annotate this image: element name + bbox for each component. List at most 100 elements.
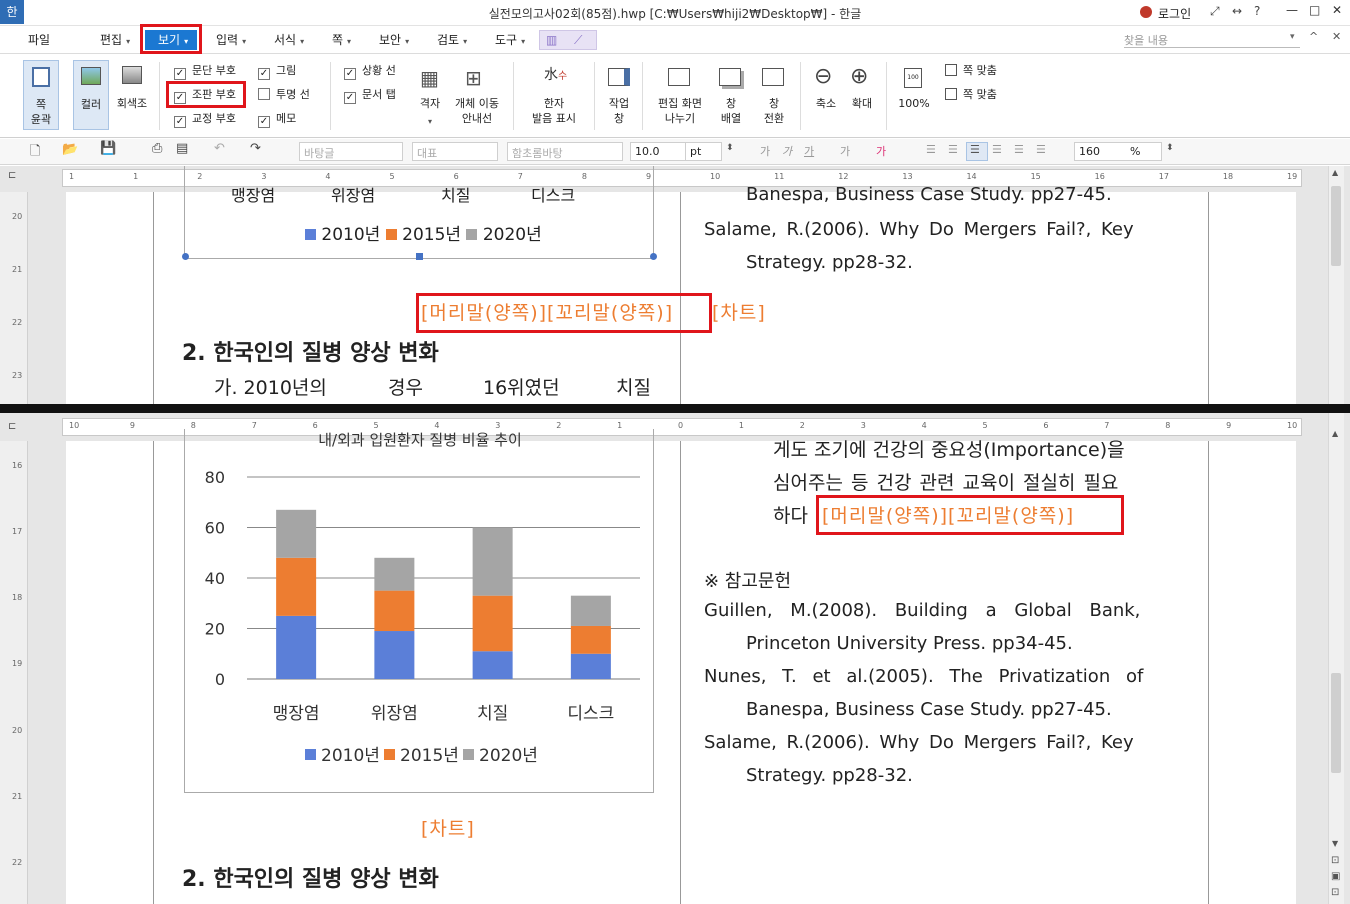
vertical-scrollbar[interactable]: ▲ ▼ ⊡ ▣ ⊡ (1328, 413, 1344, 904)
object-guide-button[interactable]: ⊞ 개체 이동 안내선 (449, 62, 505, 132)
ruler-corner-icon[interactable]: ⊏ (8, 421, 16, 432)
font-color-icon[interactable]: 가 (876, 143, 886, 159)
align-justify-icon[interactable]: ☰ (926, 143, 936, 156)
hanja-pron-button[interactable]: 水수 한자 발음 표시 (524, 62, 584, 132)
print-icon[interactable]: ⎙ (152, 141, 162, 156)
arrange-window-button[interactable]: 창 배열 (713, 62, 749, 132)
check-memo[interactable]: ✓ 메모 (258, 112, 296, 128)
chart-edit-icon: ⟋ (574, 33, 583, 47)
chart-control-mark: [차트] (421, 818, 475, 840)
check-picture[interactable]: ✓ 그림 (258, 64, 296, 80)
checkbox-checked-icon: ✓ (258, 68, 270, 80)
page-select-icon[interactable]: ▣ (1331, 871, 1340, 882)
menu-tools[interactable]: 도구 ▾ (495, 31, 525, 48)
minimize-button[interactable]: — (1286, 3, 1298, 17)
scroll-down-icon[interactable]: ▼ (1332, 839, 1338, 848)
search-input[interactable]: 찾을 내용 (1124, 32, 1300, 48)
color-button[interactable]: 컬러 (73, 60, 109, 130)
save-icon[interactable]: 💾 (100, 141, 116, 156)
selection-handle[interactable] (416, 253, 423, 260)
spin-icon[interactable]: ⬍ (726, 143, 734, 153)
chevron-down-icon: ▾ (347, 37, 352, 46)
zoom-input[interactable]: 160 (1074, 142, 1132, 161)
menu-review[interactable]: 검토 ▾ (437, 31, 467, 48)
align-center-icon[interactable]: ☰ (970, 143, 980, 156)
strike-icon[interactable]: 가 (840, 143, 850, 159)
help-icon[interactable]: ? (1254, 4, 1260, 18)
align-split-icon[interactable]: ☰ (1036, 143, 1046, 156)
ruler-tick-label: 14 (966, 172, 977, 181)
menu-page[interactable]: 쪽 ▾ (332, 31, 351, 48)
grid-button[interactable]: ▦ 격자 ▾ (414, 62, 446, 132)
check-transparent-line[interactable]: 투명 선 (258, 88, 310, 102)
zoom-unit-select[interactable]: % (1126, 142, 1162, 161)
new-doc-icon[interactable]: 🗋 (30, 142, 40, 164)
next-page-icon[interactable]: ⊡ (1331, 887, 1339, 898)
scroll-thumb[interactable] (1331, 673, 1341, 773)
vertical-scrollbar[interactable]: ▲ (1328, 166, 1344, 404)
undo-icon[interactable]: ↶ (214, 141, 225, 156)
font-size-input[interactable]: 10.0 (630, 142, 686, 161)
spin-icon[interactable]: ⬍ (1166, 143, 1174, 153)
collapse-ribbon-icon[interactable]: ^ (1309, 30, 1318, 43)
login-link[interactable]: 로그인 (1158, 5, 1191, 22)
menu-format[interactable]: 서식 ▾ (274, 31, 304, 48)
chart-object[interactable]: 내/외과 입원환자 질병 비율 추이 0 20 40 60 80 맹장염 위장염 치질 디스크 20… (184, 429, 654, 793)
switch-window-button[interactable]: 창 전환 (756, 62, 792, 132)
italic-icon[interactable]: 가 (782, 143, 792, 159)
split-edit-button[interactable]: 편집 화면 나누기 (652, 62, 708, 132)
legend-label: 2015년 (400, 746, 459, 766)
task-window-button[interactable]: 작업 창 (602, 62, 636, 132)
ruler-corner-icon[interactable]: ⊏ (8, 170, 16, 181)
style-select[interactable]: 바탕글 (299, 142, 403, 161)
split-divider[interactable] (0, 404, 1350, 413)
prev-page-icon[interactable]: ⊡ (1331, 855, 1339, 866)
font-unit-select[interactable]: pt (686, 142, 722, 161)
scroll-thumb[interactable] (1331, 186, 1341, 266)
zoom-in-button[interactable]: ⊕ 확대 (846, 62, 878, 122)
open-folder-icon[interactable]: 📂 (62, 142, 78, 157)
page-outline-button[interactable]: 쪽 윤곽 (23, 60, 59, 130)
bar-segment (374, 631, 415, 679)
font-select[interactable]: 함초롬바탕 (507, 142, 623, 161)
bold-icon[interactable]: 가 (760, 143, 770, 159)
check-doc-tab[interactable]: ✓ 문서 탭 (344, 88, 396, 104)
bottom-split-pane[interactable]: ⊏ 10 9 8 7 6 5 4 3 2 1 0 1 2 3 4 5 6 7 8 9 10 16 17 18 19 20 21 22… (0, 413, 1350, 904)
underline-icon[interactable]: 가 (804, 143, 814, 159)
menu-insert[interactable]: 입력 ▾ (216, 31, 246, 48)
maximize-button[interactable]: □ (1309, 3, 1320, 17)
align-distribute-icon[interactable]: ☰ (1014, 143, 1024, 156)
layout-icon[interactable]: ↔ (1232, 4, 1242, 18)
chart-object-partial[interactable]: 맹장염 위장염 치질 디스크 2010년 2015년 2020년 (182, 166, 657, 260)
fullscreen-icon[interactable]: ⤢ (1210, 4, 1220, 19)
fit-page-button-1[interactable]: 쪽 맞춤 (945, 64, 997, 78)
scroll-up-icon[interactable]: ▲ (1332, 168, 1338, 177)
top-split-pane[interactable]: ⊏ 1 1 2 3 4 5 6 7 8 9 10 11 12 13 14 15 16 17 18 19 20 21 22 2… (0, 166, 1350, 404)
page-area: 맹장염 위장염 치질 디스크 2010년 2015년 2020년 [머리말(양쪽… (66, 166, 1296, 404)
zoom-100-button[interactable]: 100 100% (894, 62, 934, 122)
check-paragraph-mark[interactable]: ✓ 문단 부호 (174, 64, 236, 80)
ruler-tick-label: 19 (1287, 172, 1298, 181)
close-doc-icon[interactable]: ✕ (1332, 30, 1341, 43)
chart-tools-tab[interactable]: ▥ ⟋ (539, 30, 597, 50)
font-lang-select[interactable]: 대표 (412, 142, 498, 161)
redo-icon[interactable]: ↷ (250, 141, 261, 156)
align-left-icon[interactable]: ☰ (948, 143, 958, 156)
menu-file[interactable]: 파일 (28, 31, 50, 48)
grayscale-button[interactable]: 회색조 (113, 60, 151, 130)
align-right-icon[interactable]: ☰ (992, 143, 1002, 156)
zoom-out-icon: ⊖ (814, 64, 833, 89)
menu-edit[interactable]: 편집 ▾ (100, 31, 130, 48)
search-dropdown-icon[interactable]: ▾ (1290, 32, 1295, 42)
selection-handle[interactable] (182, 253, 189, 260)
preview-icon[interactable]: ▤ (176, 141, 188, 156)
zoom-out-button[interactable]: ⊖ 축소 (810, 62, 842, 122)
close-button[interactable]: ✕ (1332, 3, 1342, 17)
fit-page-button-2[interactable]: 쪽 맞춤 (945, 88, 997, 102)
fit-page-icon (945, 64, 957, 76)
check-proof-mark[interactable]: ✓ 교정 부호 (174, 112, 236, 128)
selection-handle[interactable] (650, 253, 657, 260)
menu-security[interactable]: 보안 ▾ (379, 31, 409, 48)
scroll-up-icon[interactable]: ▲ (1332, 429, 1338, 438)
check-status-line[interactable]: ✓ 상황 선 (344, 64, 396, 80)
